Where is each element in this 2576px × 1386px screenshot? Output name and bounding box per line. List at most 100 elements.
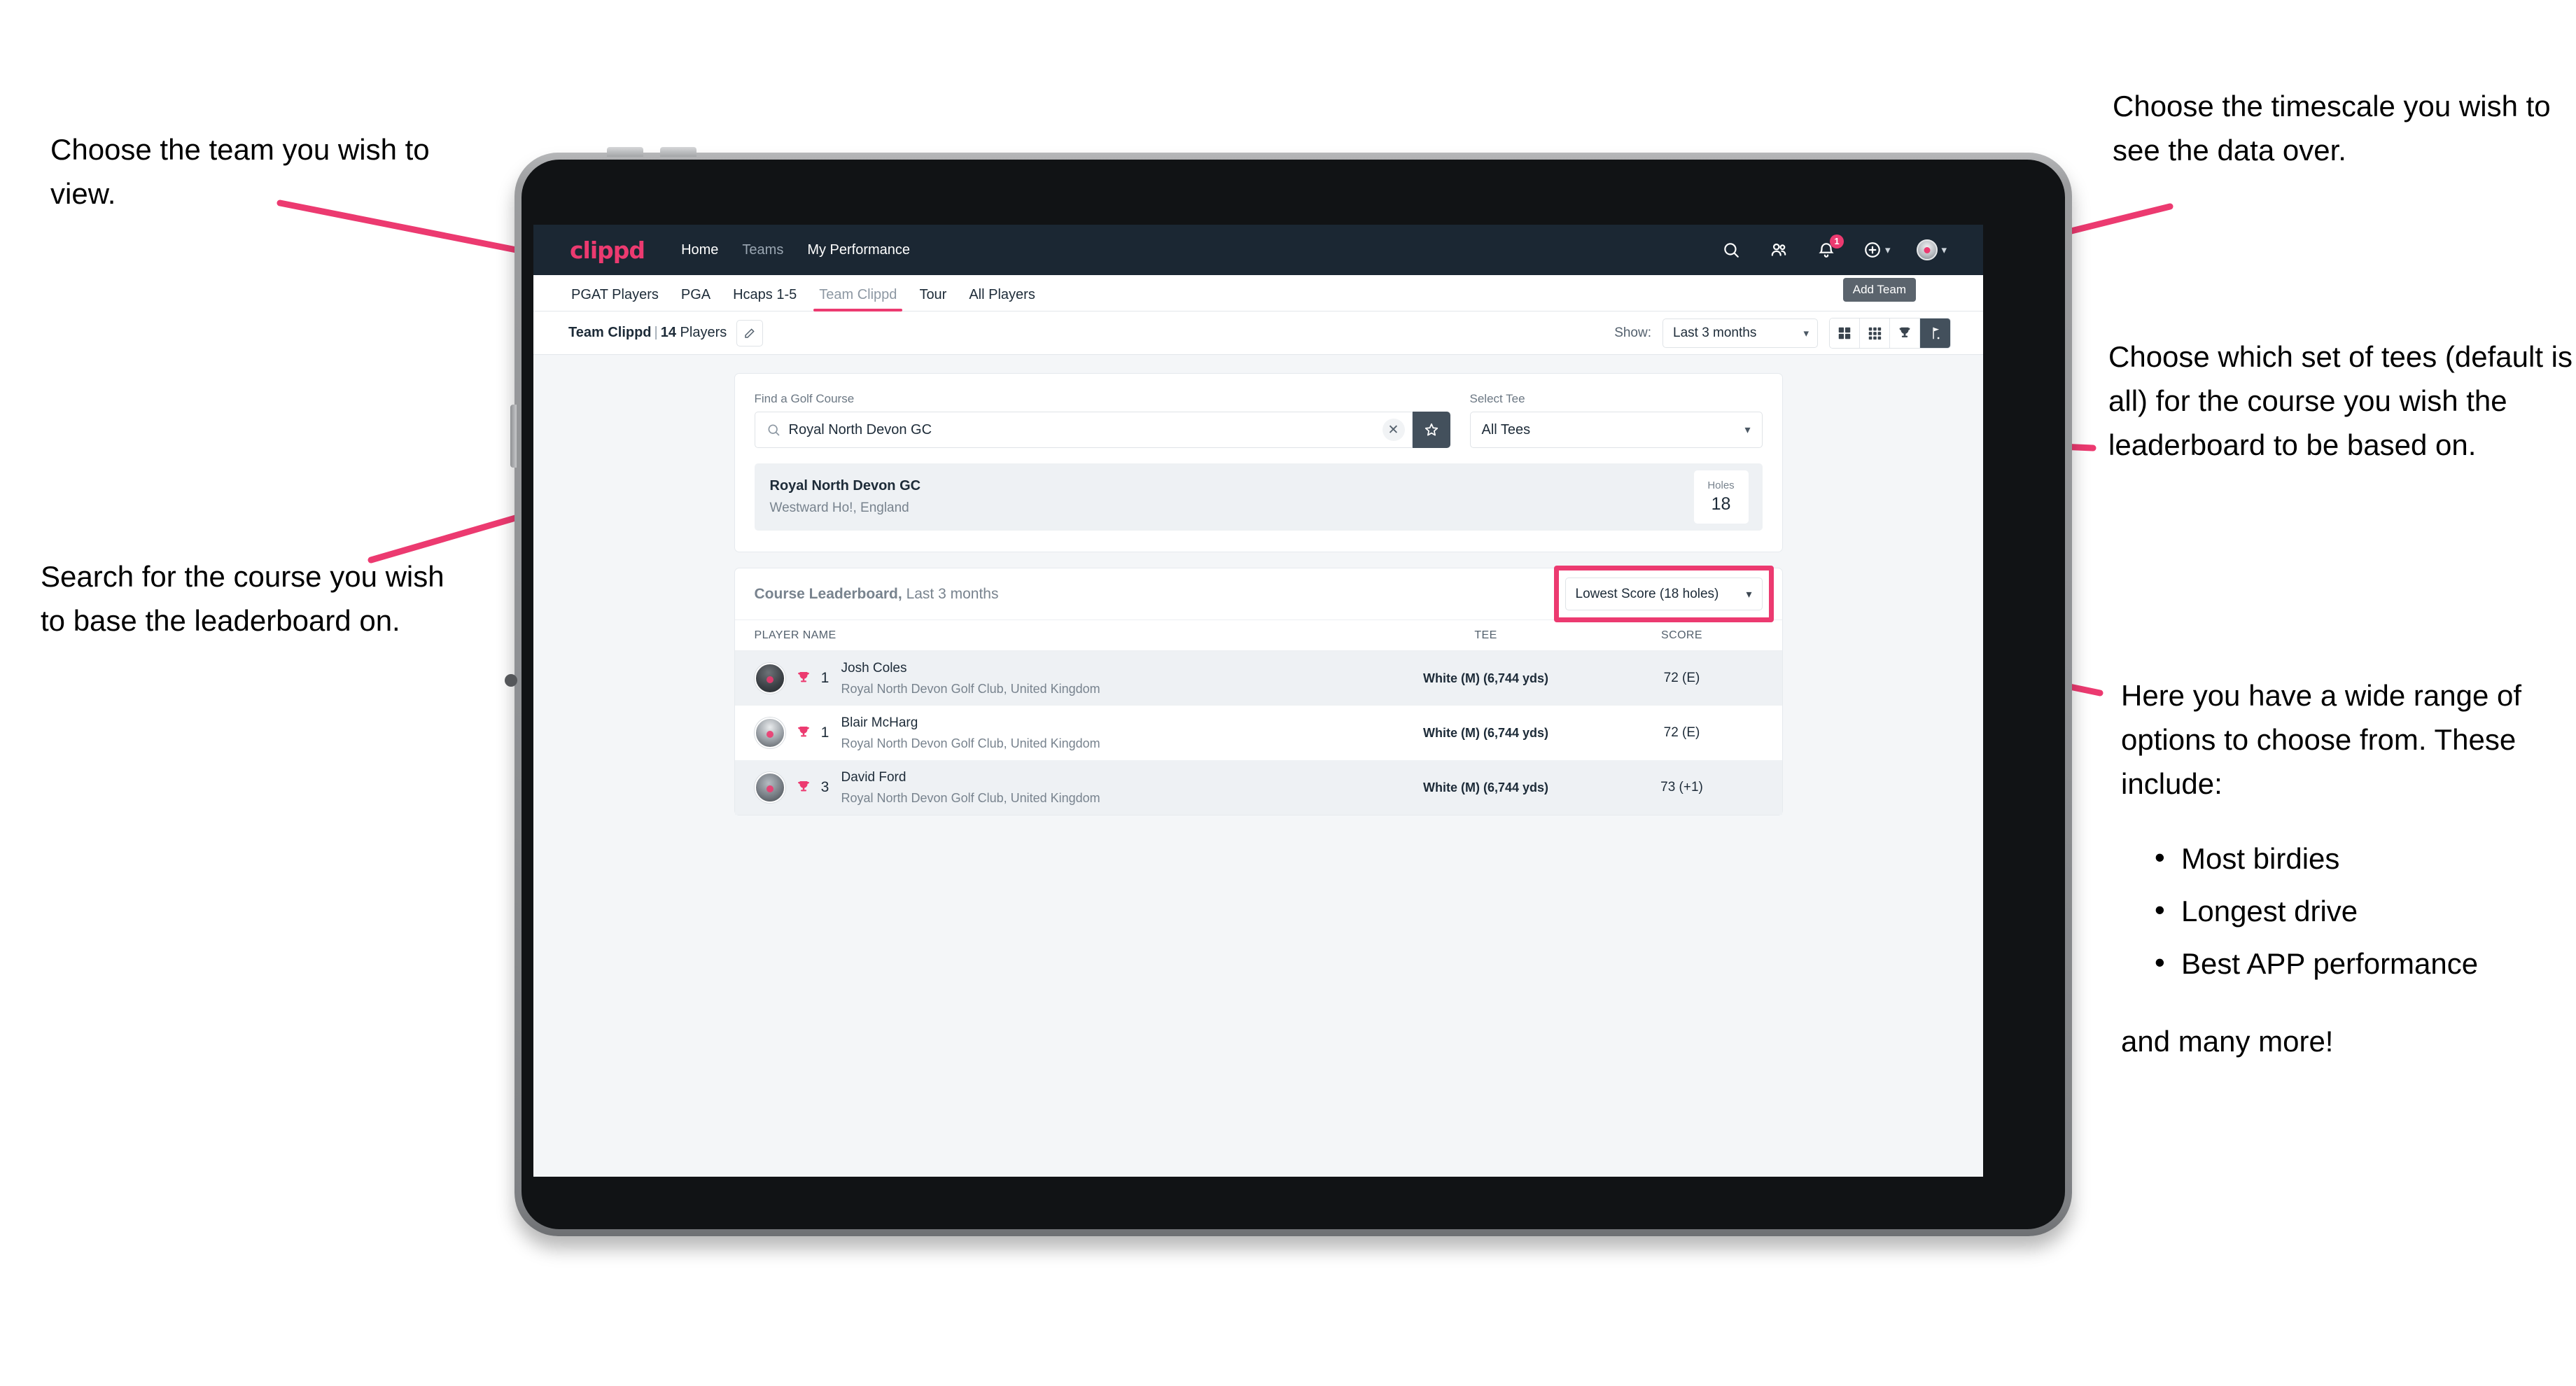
volume-down-button[interactable] [660, 147, 696, 157]
player-club: Royal North Devon Golf Club, United King… [841, 790, 1100, 805]
sidebar-item-pga[interactable]: PGA [670, 287, 722, 311]
course-field-label: Find a Golf Course [754, 392, 855, 405]
tee-select[interactable]: All Tees ▾ [1469, 412, 1763, 448]
favourite-course-button[interactable] [1412, 412, 1450, 448]
chevron-down-icon: ▾ [1803, 327, 1809, 340]
nav-link-my-performance[interactable]: My Performance [807, 242, 910, 258]
close-icon[interactable]: ✕ [1382, 419, 1405, 441]
team-name: Team Clippd [568, 325, 652, 340]
period-select[interactable]: Last 3 months ▾ [1662, 318, 1818, 348]
player-info: Blair McHarg Royal North Devon Golf Club… [841, 715, 1100, 751]
search-icon[interactable] [1721, 239, 1742, 260]
annotation-search: Search for the course you wish to base t… [41, 560, 444, 637]
course-search-panel: Find a Golf Course Royal North Devon GC … [734, 373, 1783, 552]
leaderboard-title: Course Leaderboard, Last 3 months [755, 586, 999, 603]
annotation-timescale: Choose the timescale you wish to see the… [2113, 90, 2551, 167]
player-info: Josh Coles Royal North Devon Golf Club, … [841, 661, 1100, 696]
player-tee: White (M) (6,744 yds) [1422, 780, 1549, 794]
column-header-score: SCORE [1661, 629, 1702, 641]
metric-select-wrap: Lowest Score (18 holes) ▾ [1553, 566, 1774, 622]
leaderboard-header: Course Leaderboard, Last 3 months Lowest… [734, 566, 1782, 622]
volume-up-button[interactable] [607, 147, 643, 157]
clippd-logo[interactable]: clippd [570, 237, 645, 264]
avatar [1917, 239, 1938, 260]
column-header-player-name: PLAYER NAME [754, 629, 836, 641]
tablet-frame: clippd Home Teams My Performance 1 ▾ ▾ P… [505, 147, 2072, 1236]
sidebar-item-pgat-players[interactable]: PGAT Players [560, 287, 670, 311]
tee-select-value: All Tees [1481, 421, 1531, 438]
annotation-tees: Choose which set of tees (default is all… [2108, 340, 2573, 461]
grid-4-view-button[interactable] [1830, 318, 1860, 348]
grid-4-icon [1838, 327, 1851, 339]
player-cell: 1 Josh Coles Royal North Devon Golf Club… [754, 661, 1371, 696]
table-row[interactable]: 1 Blair McHarg Royal North Devon Golf Cl… [735, 706, 1782, 760]
table-row[interactable]: 1 Josh Coles Royal North Devon Golf Club… [734, 651, 1782, 706]
tee-select-column: Select Tee All Tees ▾ [1469, 392, 1763, 448]
table-row[interactable]: 3 David Ford Royal North Devon Golf Club… [734, 760, 1782, 815]
top-navbar: clippd Home Teams My Performance 1 ▾ ▾ [533, 225, 1983, 275]
toolbar-right: Show: Last 3 months ▾ [1614, 317, 1951, 349]
sidebar-item-team-clippd[interactable]: Team Clippd [808, 287, 908, 312]
bell-icon[interactable]: 1 [1816, 234, 1844, 260]
player-rank: 1 [820, 670, 830, 686]
annotation-options: Here you have a wide range of options to… [2121, 673, 2576, 1063]
flag-view-button[interactable] [1920, 318, 1950, 348]
notification-badge: 1 [1829, 234, 1844, 248]
player-tee: White (M) (6,744 yds) [1422, 725, 1549, 740]
annotation-options-list: Most birdies Longest drive Best APP perf… [2149, 835, 2576, 986]
plus-circle-icon[interactable]: ▾ [1863, 239, 1891, 260]
team-players-word: Players [680, 325, 727, 340]
power-button[interactable] [510, 405, 517, 468]
grid-9-view-button[interactable] [1860, 318, 1890, 348]
holes-value: 18 [1711, 494, 1731, 514]
tablet-screen: clippd Home Teams My Performance 1 ▾ ▾ P… [533, 225, 1983, 1177]
primary-nav: Home Teams My Performance [681, 242, 910, 258]
avatar-menu[interactable]: ▾ [1917, 239, 1947, 260]
add-team-tooltip: Add Team [1842, 278, 1916, 302]
show-label: Show: [1614, 325, 1651, 340]
leaderboard-title-sub: Last 3 months [902, 585, 999, 602]
avatar [754, 663, 785, 694]
navbar-actions: 1 ▾ ▾ [1721, 234, 1947, 260]
sidebar-item-hcaps-1-5[interactable]: Hcaps 1-5 [722, 287, 808, 311]
player-name: Blair McHarg [841, 715, 918, 730]
course-result-location: Westward Ho!, England [769, 500, 909, 515]
player-cell: 1 Blair McHarg Royal North Devon Golf Cl… [754, 715, 1371, 751]
course-result-card[interactable]: Royal North Devon GC Westward Ho!, Engla… [754, 463, 1763, 531]
course-search-input[interactable]: Royal North Devon GC ✕ [754, 412, 1413, 448]
trophy-icon [1899, 327, 1910, 337]
period-value: Last 3 months [1673, 325, 1757, 340]
player-club: Royal North Devon Golf Club, United King… [841, 736, 1100, 750]
team-summary: Team Clippd | 14 Players [568, 325, 727, 341]
player-score: 72 (E) [1663, 725, 1700, 740]
annotation-option-item: Longest drive [2149, 888, 2576, 933]
team-separator: | [654, 325, 658, 340]
sidebar-item-all-players[interactable]: All Players [958, 287, 1046, 311]
grid-9-icon [1868, 327, 1882, 340]
holes-label: Holes [1707, 479, 1735, 491]
chevron-down-icon: ▾ [1744, 424, 1751, 436]
metric-select-value: Lowest Score (18 holes) [1575, 586, 1719, 601]
star-icon [1424, 423, 1438, 436]
holes-box: Holes 18 [1693, 470, 1749, 524]
main-content: Find a Golf Course Royal North Devon GC … [533, 355, 1983, 816]
player-rank: 3 [820, 779, 830, 795]
chevron-down-icon: ▾ [1884, 244, 1891, 256]
trophy-view-button[interactable] [1890, 318, 1920, 348]
sidebar-item-tour[interactable]: Tour [908, 287, 958, 311]
trophy-icon [797, 727, 809, 737]
avatar [754, 772, 785, 803]
chevron-down-icon: ▾ [1941, 244, 1947, 256]
pencil-icon [745, 328, 755, 338]
nav-link-teams[interactable]: Teams [742, 242, 783, 258]
people-icon[interactable] [1768, 239, 1789, 260]
chevron-down-icon: ▾ [1746, 588, 1752, 601]
metric-select[interactable]: Lowest Score (18 holes) ▾ [1564, 578, 1763, 610]
player-name: David Ford [841, 769, 906, 785]
player-club: Royal North Devon Golf Club, United King… [841, 681, 1100, 696]
nav-link-home[interactable]: Home [681, 242, 718, 258]
player-rank: 1 [820, 724, 830, 741]
view-toggle-group [1829, 317, 1951, 349]
annotation-team: Choose the team you wish to view. [50, 133, 430, 210]
edit-team-button[interactable] [736, 319, 764, 346]
